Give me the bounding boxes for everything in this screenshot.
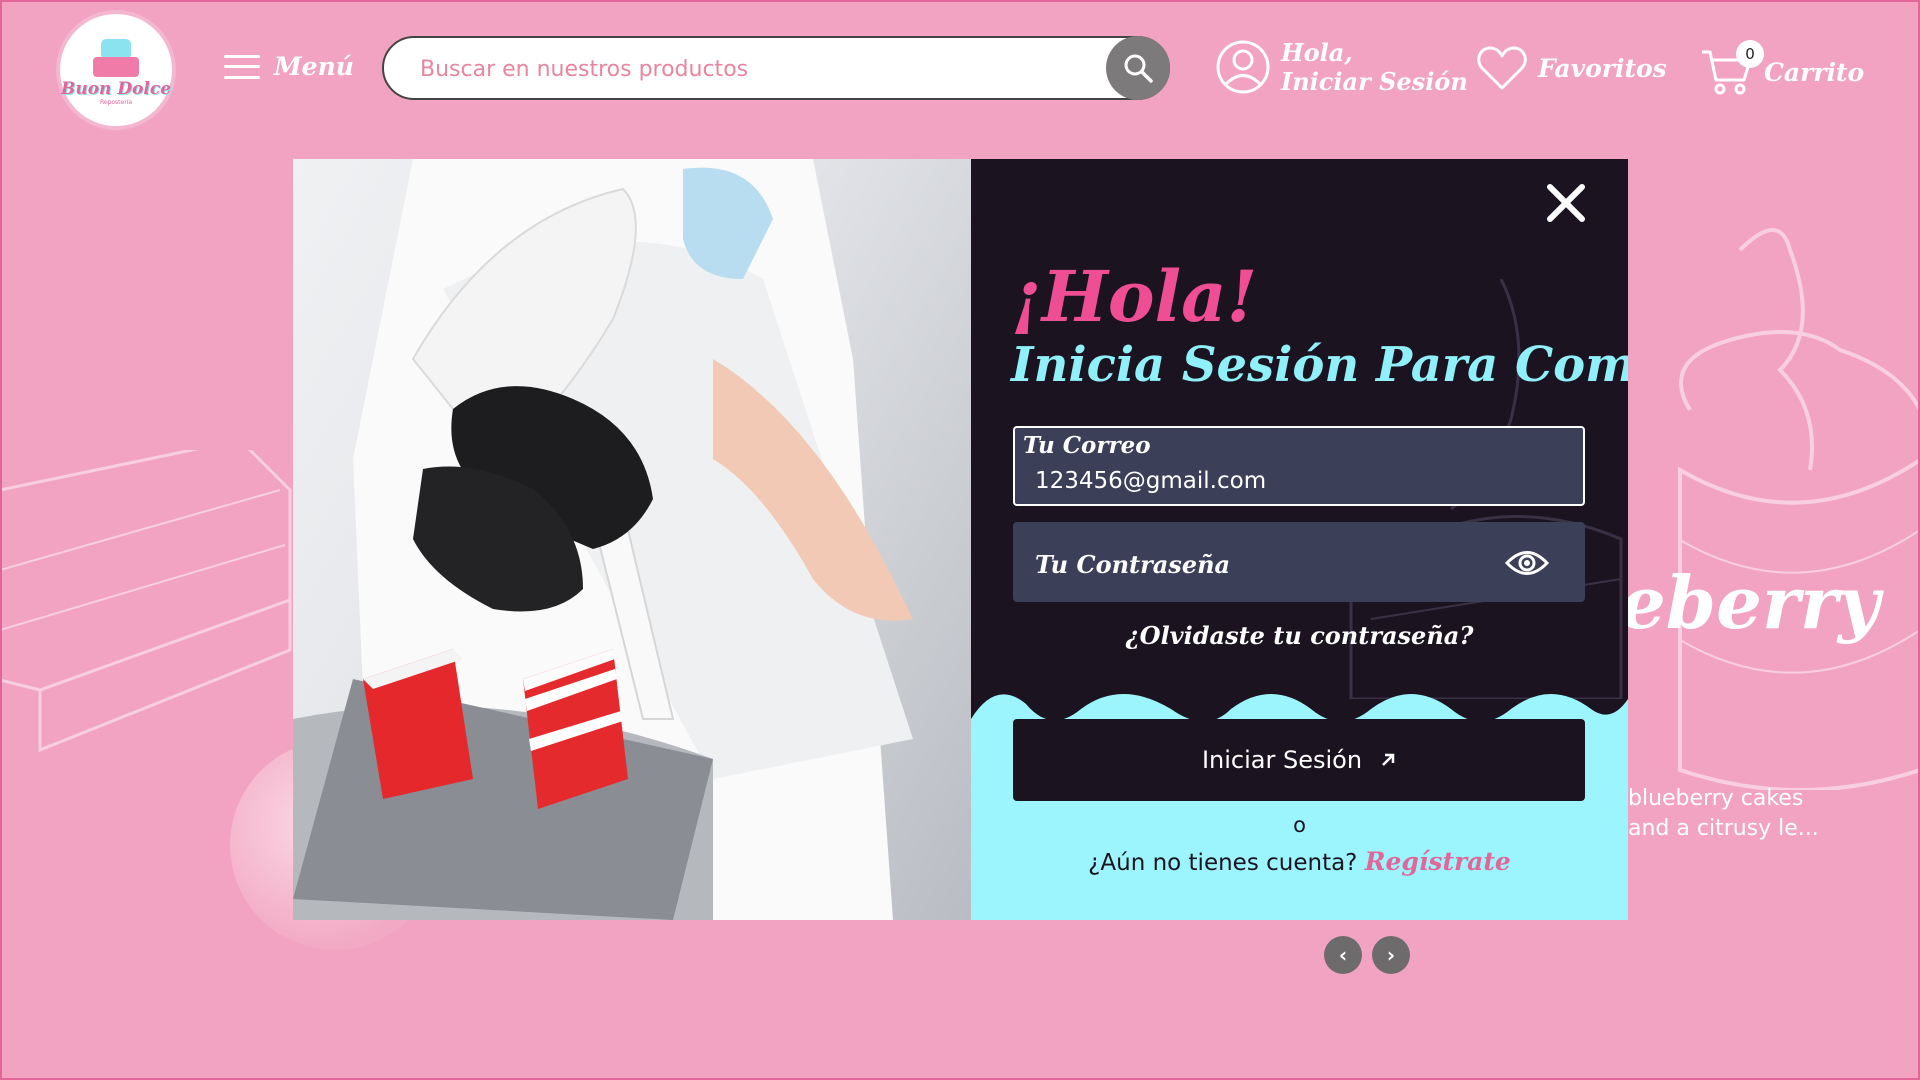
greeting-title: ¡Hola! xyxy=(1011,255,1258,338)
login-greeting: Hola, xyxy=(1281,38,1353,67)
login-text: Hola, Iniciar Sesión xyxy=(1281,38,1468,96)
site-header: Buon Dolce Repostería Menú Hola, Iniciar… xyxy=(0,0,1920,140)
submit-label: Iniciar Sesión xyxy=(1201,746,1363,774)
search-bar xyxy=(382,36,1170,100)
close-icon[interactable] xyxy=(1542,179,1590,227)
email-label: Tu Correo xyxy=(1023,432,1151,459)
slide-desc-line: and a citrusy le... xyxy=(1628,816,1819,841)
search-icon xyxy=(1124,54,1153,83)
login-label: Iniciar Sesión xyxy=(1281,67,1468,96)
pastry-chef-illustration xyxy=(293,159,913,920)
eye-icon[interactable] xyxy=(1505,548,1549,578)
cart-count-badge: 0 xyxy=(1736,40,1764,68)
slide-title: eberry xyxy=(1620,560,1880,645)
login-link[interactable]: Hola, Iniciar Sesión xyxy=(1215,38,1468,96)
no-account-text: ¿Aún no tienes cuenta? xyxy=(1088,850,1358,876)
or-separator: o xyxy=(1293,813,1306,837)
arrow-up-right-icon xyxy=(1382,753,1395,766)
email-input[interactable] xyxy=(1035,468,1555,494)
carousel-controls: ‹ › xyxy=(1324,936,1410,974)
logo-subtitle: Repostería xyxy=(99,98,133,106)
login-subtitle: Inicia Sesión Para Comprar xyxy=(1011,337,1628,393)
favorites-link[interactable]: Favoritos xyxy=(1476,44,1667,92)
favorites-label: Favoritos xyxy=(1538,53,1667,83)
search-input[interactable] xyxy=(420,52,1080,86)
login-panel: ¡Hola! Inicia Sesión Para Comprar Tu Cor… xyxy=(971,159,1628,920)
cart-label: Carrito xyxy=(1764,57,1865,87)
cake-slice-illustration xyxy=(0,450,292,753)
hamburger-icon xyxy=(224,54,260,79)
pastry-chef-photo xyxy=(293,159,971,920)
register-link[interactable]: Regístrate xyxy=(1365,847,1511,876)
slide-description: blueberry cakes and a citrusy le... xyxy=(1628,784,1888,844)
user-icon xyxy=(1216,40,1270,94)
register-prompt: ¿Aún no tienes cuenta? Regístrate xyxy=(971,847,1628,876)
search-button[interactable] xyxy=(1106,36,1170,100)
menu-label: Menú xyxy=(274,52,354,81)
slide-desc-line: blueberry cakes xyxy=(1628,786,1804,811)
heart-icon xyxy=(1477,46,1527,90)
logo-name: Buon Dolce xyxy=(60,78,172,99)
password-field[interactable]: Tu Contraseña xyxy=(1013,522,1585,602)
forgot-password-link[interactable]: ¿Olvidaste tu contraseña? xyxy=(971,621,1628,650)
cart-link[interactable]: 0 Carrito xyxy=(1700,40,1865,102)
brand-logo[interactable]: Buon Dolce Repostería xyxy=(56,10,176,130)
cake-illustration xyxy=(1678,228,1920,790)
email-field: Tu Correo xyxy=(1013,426,1585,506)
cart-icon-wrap: 0 xyxy=(1700,40,1764,102)
menu-button[interactable]: Menú xyxy=(224,52,354,81)
carousel-prev-button[interactable]: ‹ xyxy=(1324,936,1362,974)
login-submit-button[interactable]: Iniciar Sesión xyxy=(1013,719,1585,801)
login-modal: ¡Hola! Inicia Sesión Para Comprar Tu Cor… xyxy=(293,159,1628,920)
cake-logo-icon xyxy=(87,35,145,81)
password-label: Tu Contraseña xyxy=(1035,550,1231,579)
carousel-next-button[interactable]: › xyxy=(1372,936,1410,974)
